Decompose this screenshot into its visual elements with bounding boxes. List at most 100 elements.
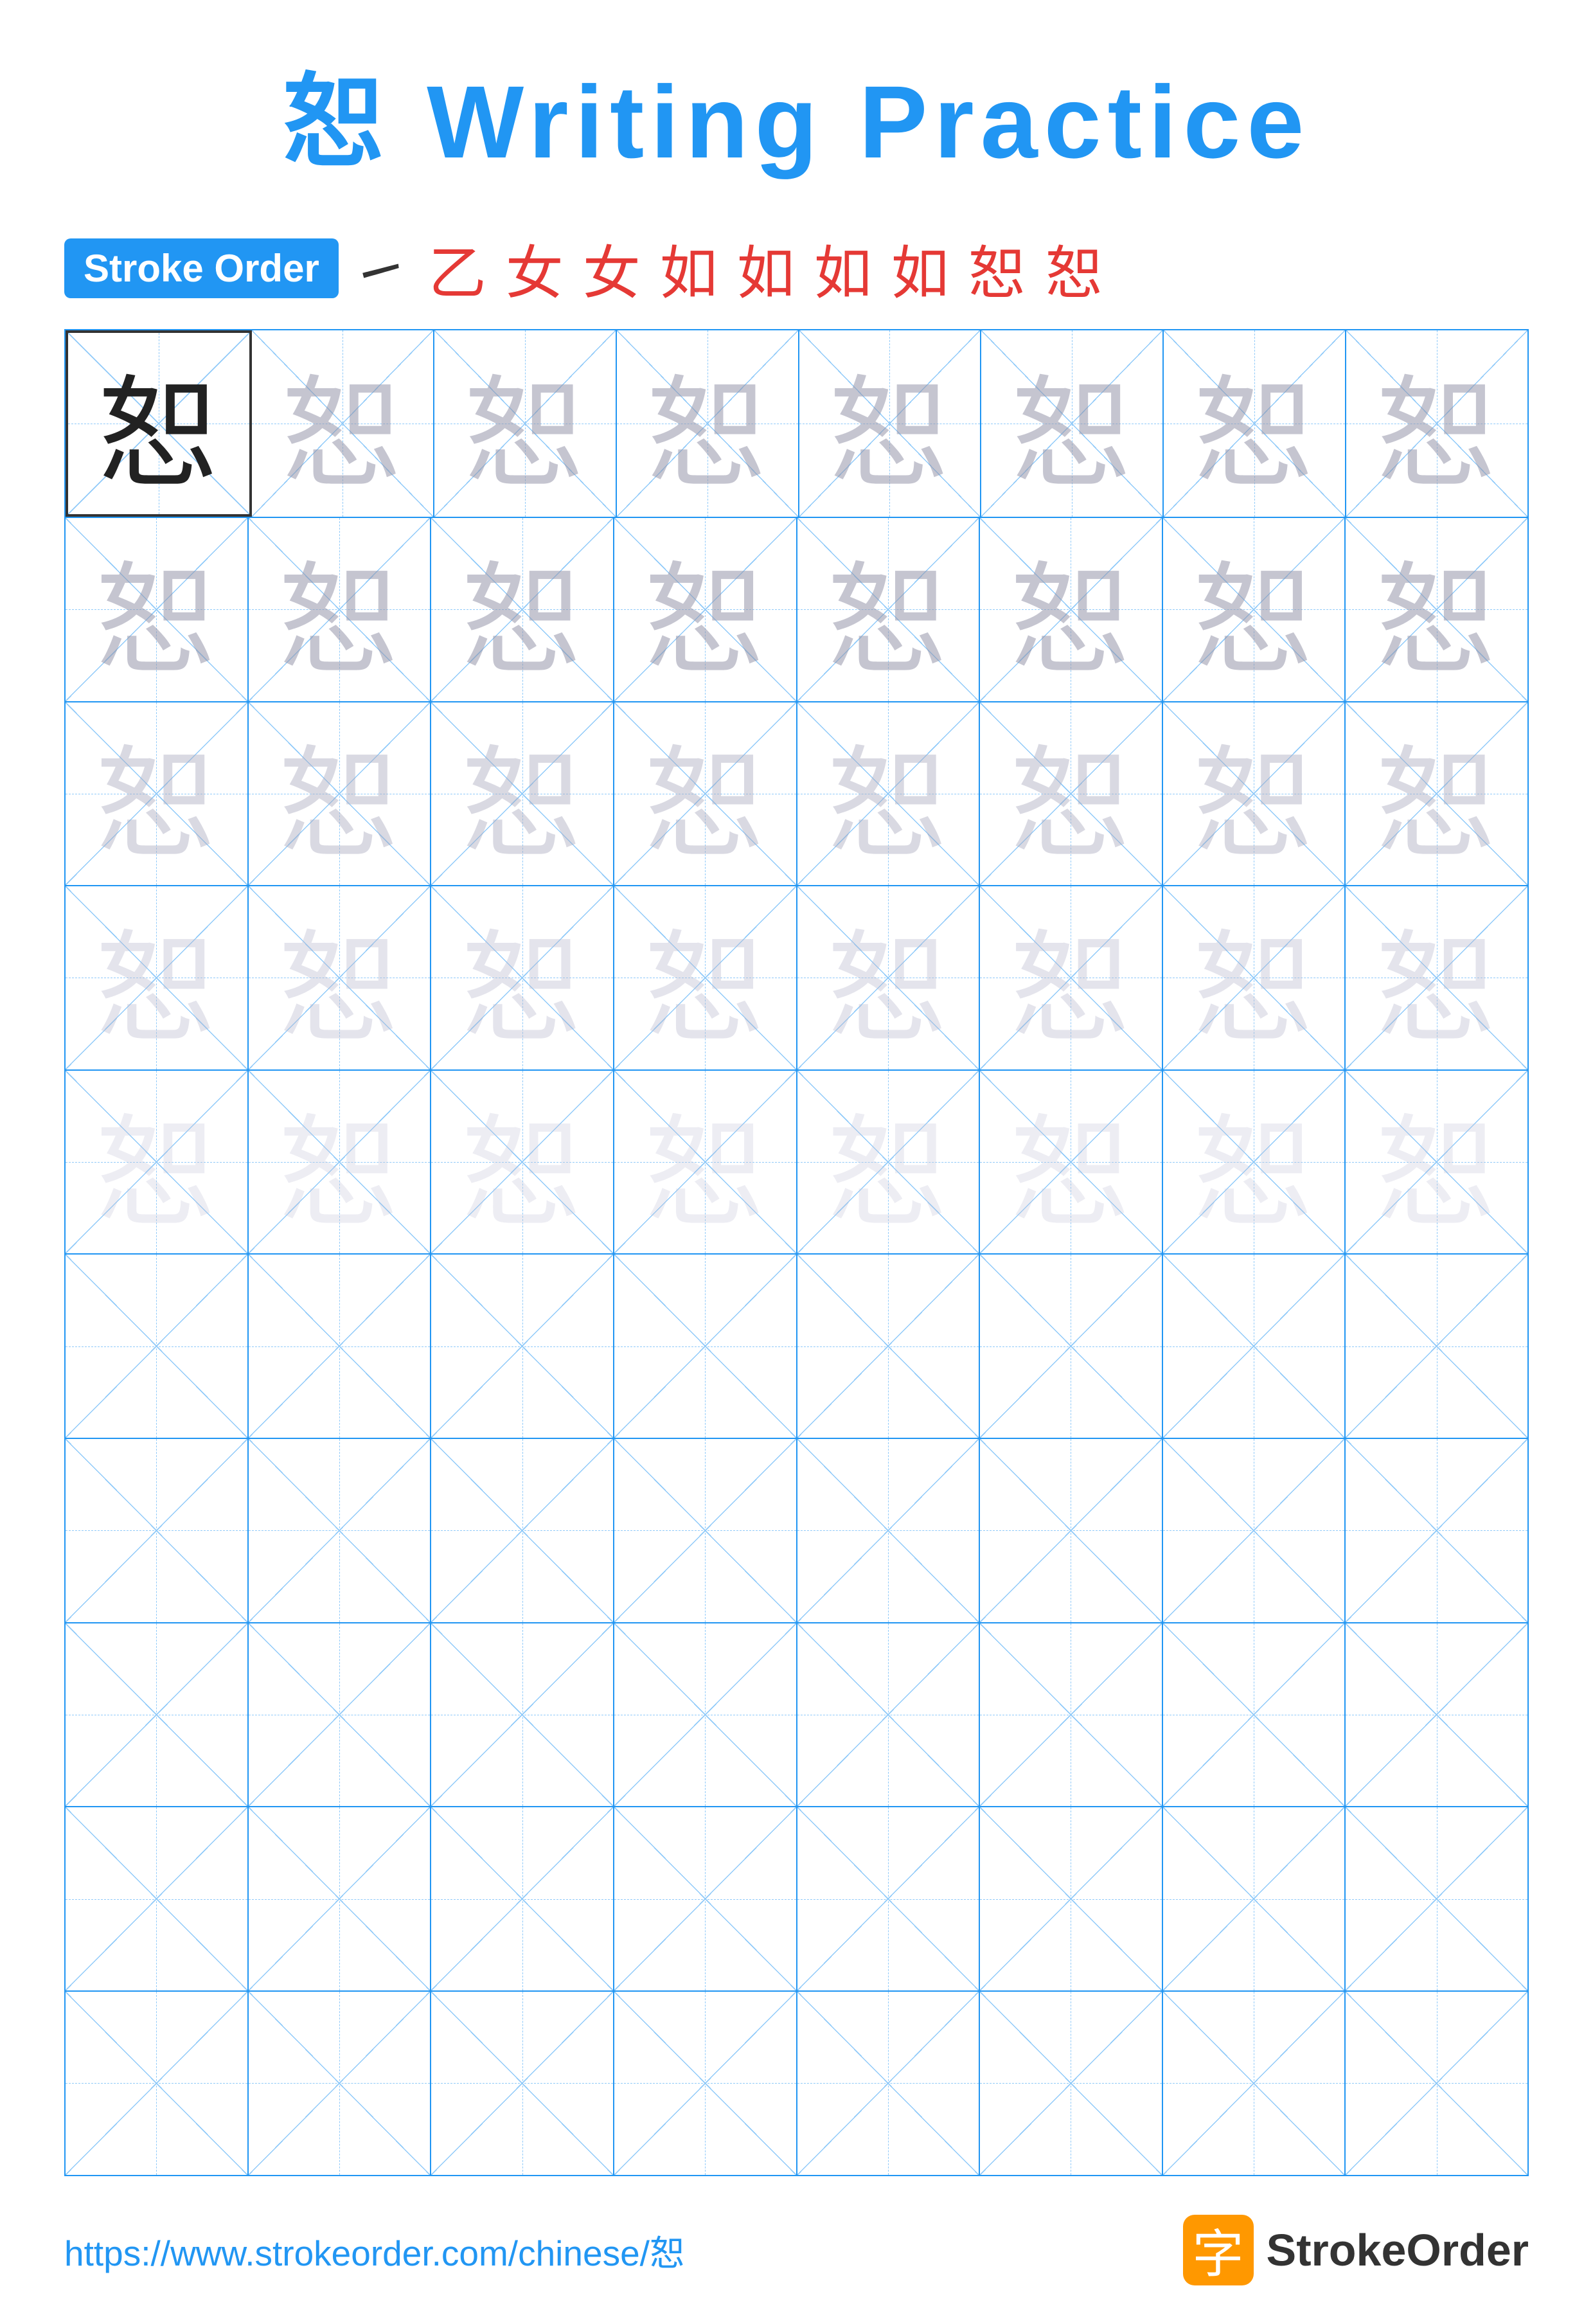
grid-cell-9-4 <box>614 1807 797 1990</box>
grid-cell-10-3 <box>431 1992 614 2175</box>
practice-char: 恕 <box>1010 889 1132 1066</box>
practice-char: 恕 <box>278 1074 400 1251</box>
stroke-order-row: Stroke Order ㇀ 乙 女 女 如 如 如 如 恕 恕 <box>64 226 1529 310</box>
practice-char: 恕 <box>1376 335 1498 512</box>
practice-char: 恕 <box>827 1074 949 1251</box>
practice-char: 恕 <box>1376 705 1498 882</box>
practice-char: 恕 <box>1376 1074 1498 1251</box>
grid-cell-9-3 <box>431 1807 614 1990</box>
grid-cell-4-6: 恕 <box>980 886 1163 1069</box>
grid-cell-3-7: 恕 <box>1163 702 1346 886</box>
grid-cell-2-4: 恕 <box>614 518 797 701</box>
grid-cell-5-4: 恕 <box>614 1071 797 1254</box>
grid-cell-1-6: 恕 <box>981 330 1164 517</box>
practice-char: 恕 <box>1193 335 1315 512</box>
practice-char: 恕 <box>646 335 769 512</box>
practice-char: 恕 <box>1010 1074 1132 1251</box>
grid-cell-2-6: 恕 <box>980 518 1163 701</box>
grid-cell-9-5 <box>797 1807 981 1990</box>
page: 恕 Writing Practice Stroke Order ㇀ 乙 女 女 … <box>0 0 1593 2324</box>
grid-cell-10-8 <box>1346 1992 1527 2175</box>
grid-cell-8-8 <box>1346 1623 1527 1807</box>
grid-cell-6-4 <box>614 1255 797 1438</box>
grid-cell-4-3: 恕 <box>431 886 614 1069</box>
practice-char: 恕 <box>1193 705 1315 882</box>
practice-char: 恕 <box>1010 705 1132 882</box>
practice-char: 恕 <box>644 889 766 1066</box>
grid-cell-1-5: 恕 <box>799 330 982 517</box>
stroke-order-chars: ㇀ 乙 女 女 如 如 如 如 恕 恕 <box>352 226 1103 310</box>
grid-cell-10-4 <box>614 1992 797 2175</box>
grid-cell-9-8 <box>1346 1807 1527 1990</box>
grid-cell-5-1: 恕 <box>66 1071 249 1254</box>
grid-row-9 <box>66 1807 1527 1992</box>
practice-char: 恕 <box>461 1074 583 1251</box>
grid-cell-9-6 <box>980 1807 1163 1990</box>
grid-row-6 <box>66 1255 1527 1439</box>
stroke-5: 如 <box>660 226 718 310</box>
grid-cell-7-5 <box>797 1439 981 1622</box>
practice-char: 恕 <box>1376 889 1498 1066</box>
grid-cell-3-2: 恕 <box>249 702 432 886</box>
grid-cell-3-5: 恕 <box>797 702 981 886</box>
stroke-7: 如 <box>814 226 872 310</box>
stroke-2: 乙 <box>429 226 486 310</box>
stroke-4: 女 <box>583 226 641 310</box>
practice-char: 恕 <box>95 1074 217 1251</box>
practice-char: 恕 <box>827 889 949 1066</box>
practice-char: 恕 <box>95 521 217 698</box>
grid-cell-7-6 <box>980 1439 1163 1622</box>
grid-cell-1-7: 恕 <box>1164 330 1346 517</box>
grid-row-5: 恕 恕 恕 恕 恕 <box>66 1071 1527 1255</box>
grid-cell-8-5 <box>797 1623 981 1807</box>
grid-cell-3-4: 恕 <box>614 702 797 886</box>
practice-char: 恕 <box>98 335 220 512</box>
grid-cell-10-1 <box>66 1992 249 2175</box>
grid-cell-10-7 <box>1163 1992 1346 2175</box>
grid-cell-5-3: 恕 <box>431 1071 614 1254</box>
grid-cell-5-5: 恕 <box>797 1071 981 1254</box>
grid-cell-5-7: 恕 <box>1163 1071 1346 1254</box>
grid-cell-8-1 <box>66 1623 249 1807</box>
grid-cell-3-6: 恕 <box>980 702 1163 886</box>
practice-char: 恕 <box>461 889 583 1066</box>
grid-cell-10-5 <box>797 1992 981 2175</box>
grid-cell-4-1: 恕 <box>66 886 249 1069</box>
grid-cell-7-2 <box>249 1439 432 1622</box>
practice-char: 恕 <box>1193 1074 1315 1251</box>
grid-cell-6-3 <box>431 1255 614 1438</box>
stroke-8: 如 <box>891 226 949 310</box>
practice-char: 恕 <box>461 521 583 698</box>
grid-row-1: 恕 恕 恕 恕 恕 <box>66 330 1527 518</box>
practice-char: 恕 <box>1193 889 1315 1066</box>
grid-cell-1-8: 恕 <box>1346 330 1527 517</box>
grid-cell-1-4: 恕 <box>617 330 799 517</box>
grid-cell-3-3: 恕 <box>431 702 614 886</box>
practice-grid: 恕 恕 恕 恕 恕 <box>64 329 1529 2176</box>
grid-cell-1-3: 恕 <box>434 330 617 517</box>
footer-url[interactable]: https://www.strokeorder.com/chinese/恕 <box>64 2224 685 2276</box>
footer-logo: 字 StrokeOrder <box>1183 2215 1529 2285</box>
grid-cell-7-3 <box>431 1439 614 1622</box>
stroke-order-badge: Stroke Order <box>64 238 339 298</box>
grid-cell-7-1 <box>66 1439 249 1622</box>
grid-cell-6-6 <box>980 1255 1163 1438</box>
grid-cell-8-4 <box>614 1623 797 1807</box>
grid-cell-8-6 <box>980 1623 1163 1807</box>
grid-cell-2-1: 恕 <box>66 518 249 701</box>
practice-char: 恕 <box>644 1074 766 1251</box>
stroke-9: 恕 <box>968 226 1026 310</box>
grid-row-2: 恕 恕 恕 恕 恕 <box>66 518 1527 702</box>
grid-cell-2-3: 恕 <box>431 518 614 701</box>
grid-cell-4-2: 恕 <box>249 886 432 1069</box>
grid-cell-5-6: 恕 <box>980 1071 1163 1254</box>
title-text: Writing Practice <box>392 64 1311 179</box>
practice-char: 恕 <box>278 705 400 882</box>
page-title: 恕 Writing Practice <box>283 39 1311 188</box>
stroke-10: 恕 <box>1046 226 1103 310</box>
practice-char: 恕 <box>95 889 217 1066</box>
grid-cell-6-5 <box>797 1255 981 1438</box>
title-character: 恕 <box>283 64 392 179</box>
grid-cell-2-5: 恕 <box>797 518 981 701</box>
grid-row-7 <box>66 1439 1527 1623</box>
